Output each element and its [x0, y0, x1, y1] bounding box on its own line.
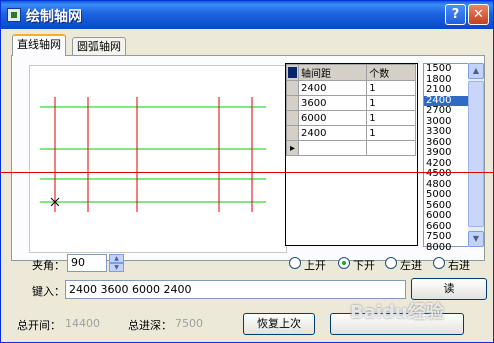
table-row[interactable]: 2400 1	[286, 125, 416, 141]
restore-last-button[interactable]: 恢复上次	[243, 313, 315, 335]
list-item[interactable]: 7500	[424, 231, 470, 243]
list-item[interactable]: 4500	[424, 168, 470, 180]
window-title: 绘制轴网	[26, 9, 82, 25]
spin-down-icon[interactable]: ▼	[109, 263, 124, 272]
list-item[interactable]: 2100	[424, 84, 470, 96]
table-header-row: 轴间距 个数	[286, 64, 416, 81]
row-header-cell[interactable]	[286, 80, 299, 96]
radio-up-open[interactable]	[289, 257, 301, 269]
spin-up-icon[interactable]: ▲	[109, 254, 124, 263]
spacing-table[interactable]: 轴间距 个数 2400 1 3600 1 6000 1 2400 1 ▸	[285, 63, 418, 246]
key-in-label: 键入：	[32, 285, 65, 298]
angle-input[interactable]: 90	[67, 254, 107, 272]
list-item[interactable]: 6000	[424, 210, 470, 222]
spacing-cell[interactable]: 2400	[297, 125, 368, 141]
column-header-spacing[interactable]: 轴间距	[297, 64, 368, 81]
app-icon	[7, 8, 21, 22]
table-new-row[interactable]: ▸	[286, 140, 416, 156]
total-depth-value: 7500	[175, 317, 203, 330]
count-cell[interactable]: 1	[366, 95, 416, 111]
row-header-cell[interactable]	[286, 95, 299, 111]
row-header-cell[interactable]	[286, 110, 299, 126]
count-cell[interactable]	[366, 140, 416, 156]
list-item[interactable]: 3300	[424, 126, 470, 138]
scroll-down-icon[interactable]: ▼	[468, 231, 484, 247]
count-cell[interactable]: 1	[366, 125, 416, 141]
watermark-logo: Baidu经验	[350, 302, 444, 323]
radio-left-depth[interactable]	[385, 257, 397, 269]
header-select-cell	[286, 64, 299, 81]
list-item[interactable]: 5000	[424, 189, 470, 201]
row-header-cell[interactable]	[286, 125, 299, 141]
total-bay-value: 14400	[65, 317, 100, 330]
radio-down-open[interactable]	[338, 257, 350, 269]
list-item[interactable]: 3900	[424, 147, 470, 159]
radio-up-open-label[interactable]: 上开	[304, 257, 326, 273]
angle-label: 夹角：	[32, 259, 65, 272]
title-bar[interactable]: 绘制轴网 ? ✕	[1, 1, 493, 29]
key-in-field[interactable]: 2400 3600 6000 2400	[65, 280, 406, 299]
help-button[interactable]: ?	[445, 4, 466, 25]
list-item[interactable]: 2700	[424, 105, 470, 117]
spacing-cell[interactable]	[297, 140, 368, 156]
spacing-cell[interactable]: 2400	[297, 80, 368, 96]
radio-right-depth-label[interactable]: 右进	[448, 257, 470, 273]
spacing-cell[interactable]: 6000	[297, 110, 368, 126]
read-button[interactable]: 读	[411, 278, 487, 300]
table-row[interactable]: 6000 1	[286, 110, 416, 126]
spacing-cell[interactable]: 3600	[297, 95, 368, 111]
overlay-red-line	[0, 172, 494, 173]
tab-arc-grid[interactable]: 圆弧轴网	[72, 37, 126, 55]
close-button[interactable]: ✕	[468, 4, 489, 25]
count-cell[interactable]: 1	[366, 80, 416, 96]
listbox-scrollbar[interactable]: ▲ ▼	[468, 63, 484, 247]
radio-left-depth-label[interactable]: 左进	[400, 257, 422, 273]
grid-preview-svg	[40, 97, 266, 212]
list-item[interactable]: 8000	[424, 242, 470, 254]
scroll-thumb[interactable]	[468, 81, 484, 227]
column-header-count[interactable]: 个数	[366, 64, 416, 81]
scroll-up-icon[interactable]: ▲	[468, 63, 484, 79]
total-bay-label: 总开间：	[17, 319, 61, 332]
grid-preview-canvas	[29, 65, 287, 253]
radio-right-depth[interactable]	[433, 257, 445, 269]
radio-down-open-label[interactable]: 下开	[353, 257, 375, 273]
table-row[interactable]: 2400 1	[286, 80, 416, 96]
tab-straight-grid[interactable]: 直线轴网	[12, 34, 66, 56]
table-row[interactable]: 3600 1	[286, 95, 416, 111]
count-cell[interactable]: 1	[366, 110, 416, 126]
list-item[interactable]: 1500	[424, 63, 470, 75]
tab-panel: 轴间距 个数 2400 1 3600 1 6000 1 2400 1 ▸ 150…	[11, 55, 485, 261]
spacing-listbox[interactable]: 1500 1800 2100 2400 2700 3000 3300 3600 …	[423, 63, 471, 252]
total-depth-label: 总进深：	[128, 319, 172, 332]
new-row-arrow-icon[interactable]: ▸	[286, 140, 299, 156]
